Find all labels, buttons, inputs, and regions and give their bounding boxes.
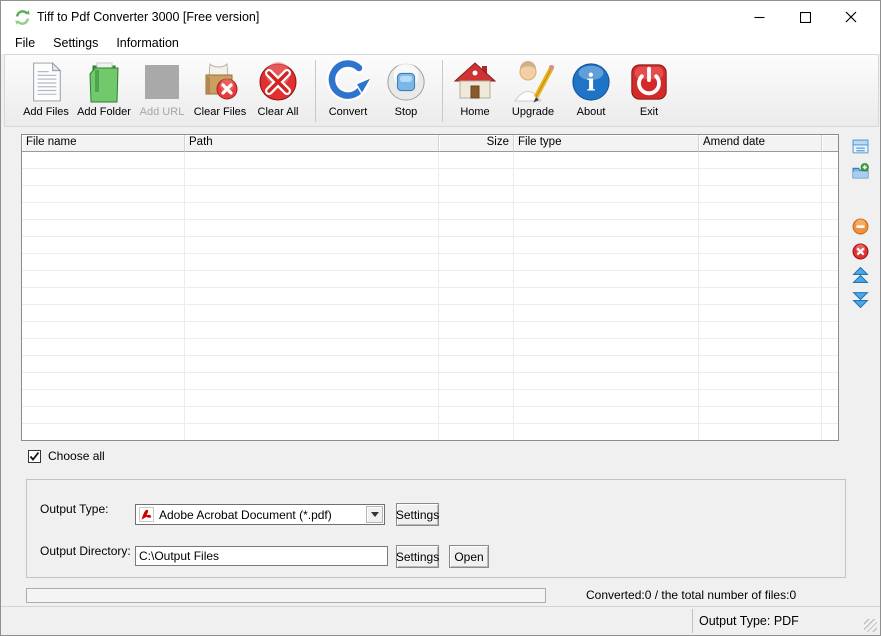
clear-all-button[interactable]: Clear All [249,58,307,118]
clear-items-button[interactable] [852,243,870,261]
remove-item-button[interactable] [852,218,870,236]
column-header-amend-date[interactable]: Amend date [699,135,822,152]
choose-all-checkbox[interactable] [28,450,41,463]
file-list-table: File name Path Size File type Amend date [21,134,839,441]
output-directory-label: Output Directory: [40,544,131,558]
app-icon[interactable] [14,9,31,26]
menu-settings[interactable]: Settings [44,33,107,54]
open-directory-button[interactable]: Open [449,545,489,568]
grid-line [821,152,822,440]
app-window: Tiff to Pdf Converter 3000 [Free version… [0,0,881,636]
grid-line [438,152,439,440]
convert-icon [326,58,370,106]
exit-icon [628,58,670,106]
about-button[interactable]: i About [562,58,620,118]
toolbar-label: Clear Files [194,106,247,118]
window-title: Tiff to Pdf Converter 3000 [Free version… [37,1,259,33]
svg-text:i: i [587,70,596,97]
add-url-icon [144,58,180,106]
about-icon: i [570,58,612,106]
column-header-path[interactable]: Path [185,135,439,152]
menu-information[interactable]: Information [107,33,188,54]
add-files-small-button[interactable] [852,138,870,156]
toolbar-label: Add URL [140,106,185,118]
clear-all-icon [257,58,299,106]
pdf-file-icon [139,507,154,522]
output-type-value: Adobe Acrobat Document (*.pdf) [159,508,332,522]
choose-all-label: Choose all [48,449,105,463]
toolbar-label: Home [460,106,489,118]
table-body-empty [22,152,838,440]
toolbar-label: Add Folder [77,106,131,118]
minimize-button[interactable] [736,1,782,33]
add-folder-button[interactable]: Add Folder [75,58,133,118]
chevron-down-icon [371,512,379,517]
toolbar-label: Stop [395,106,418,118]
toolbar-label: Clear All [258,106,299,118]
grid-line [513,152,514,440]
toolbar-label: About [577,106,606,118]
convert-button[interactable]: Convert [319,58,377,118]
add-folder-icon [85,58,123,106]
exit-button[interactable]: Exit [620,58,678,118]
statusbar-output-type: Output Type: PDF [692,609,857,633]
titlebar: Tiff to Pdf Converter 3000 [Free version… [1,1,880,33]
home-button[interactable]: Home [446,58,504,118]
move-up-button[interactable] [852,267,870,285]
conversion-progress-bar [26,588,546,603]
output-settings-groupbox: Output Type: Adobe Acrobat Document (*.p… [26,479,846,578]
maximize-button[interactable] [782,1,828,33]
converted-count-text: Converted:0 / the total number of files:… [586,588,796,602]
output-directory-input[interactable] [135,546,388,566]
choose-all-row: Choose all [28,449,105,463]
add-files-icon [28,58,64,106]
resize-grip[interactable] [864,619,877,632]
column-header-extra[interactable] [822,135,838,152]
statusbar: Output Type: PDF [1,606,880,635]
toolbar-label: Convert [329,106,368,118]
close-button[interactable] [828,1,874,33]
column-header-file-name[interactable]: File name [22,135,185,152]
check-icon [29,451,40,462]
column-header-file-type[interactable]: File type [514,135,699,152]
output-type-label: Output Type: [40,502,109,516]
clear-files-icon [199,58,241,106]
toolbar-label: Add Files [23,106,69,118]
add-folder-small-button[interactable] [852,163,870,181]
toolbar-separator [315,60,316,122]
menu-file[interactable]: File [6,33,44,54]
clear-files-button[interactable]: Clear Files [191,58,249,118]
toolbar-label: Exit [640,106,658,118]
menubar: File Settings Information [1,33,880,54]
grid-line [698,152,699,440]
table-header-row: File name Path Size File type Amend date [22,135,838,152]
upgrade-button[interactable]: Upgrade [504,58,562,118]
add-files-button[interactable]: Add Files [17,58,75,118]
home-icon [453,58,497,106]
output-directory-settings-button[interactable]: Settings [396,545,439,568]
output-type-settings-button[interactable]: Settings [396,503,439,526]
dropdown-button[interactable] [366,506,383,523]
toolbar-separator [442,60,443,122]
upgrade-icon [511,58,555,106]
stop-button[interactable]: Stop [377,58,435,118]
stop-icon [385,58,427,106]
grid-line [184,152,185,440]
move-down-button[interactable] [852,291,870,309]
output-type-dropdown[interactable]: Adobe Acrobat Document (*.pdf) [135,504,385,525]
add-url-button: Add URL [133,58,191,118]
toolbar-label: Upgrade [512,106,554,118]
main-toolbar: Add Files Add Folder Add URL [4,54,879,127]
column-header-size[interactable]: Size [439,135,514,152]
